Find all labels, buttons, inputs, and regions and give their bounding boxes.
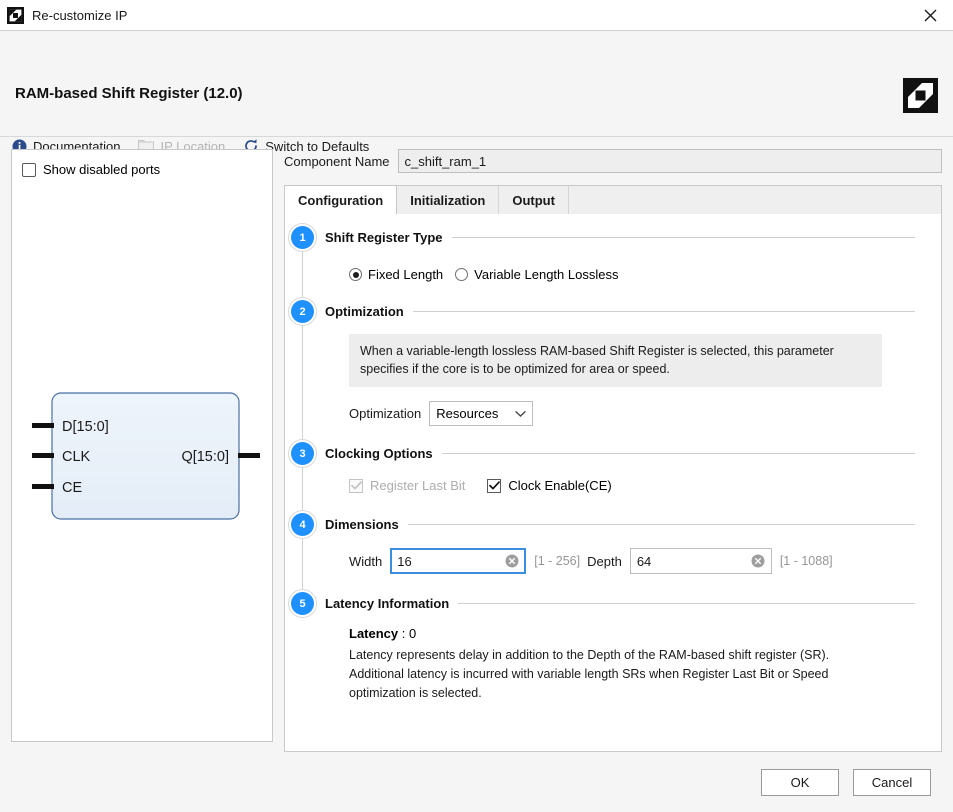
latency-separator: : xyxy=(398,626,409,641)
width-input-wrap xyxy=(390,548,526,574)
dialog-body: Show disabled ports xyxy=(0,137,953,752)
component-name-label: Component Name xyxy=(284,154,390,169)
step-badge-1: 1 xyxy=(291,226,314,249)
radio-mark xyxy=(349,268,362,281)
cancel-button[interactable]: Cancel xyxy=(853,769,931,796)
latency-value: 0 xyxy=(409,626,416,641)
radio-fixed-length[interactable]: Fixed Length xyxy=(349,267,443,282)
section-dimensions: 4 Dimensions Width xyxy=(285,511,941,590)
dialog-header: RAM-based Shift Register (12.0) xyxy=(0,31,953,137)
svg-text:CLK: CLK xyxy=(62,449,91,465)
latency-label: Latency xyxy=(349,626,398,641)
step-badge-4: 4 xyxy=(291,513,314,536)
clear-circle-icon[interactable] xyxy=(505,554,519,568)
section-title-latency-information: Latency Information xyxy=(325,596,449,611)
window-title: Re-customize IP xyxy=(32,8,127,23)
width-label: Width xyxy=(349,554,382,569)
svg-text:Q[15:0]: Q[15:0] xyxy=(181,449,229,465)
section-clocking-options: 3 Clocking Options xyxy=(285,440,941,511)
section-header: Dimensions xyxy=(325,511,941,537)
section-body: When a variable-length lossless RAM-base… xyxy=(325,324,941,440)
section-optimization: 2 Optimization When a variable-length lo… xyxy=(285,298,941,440)
xilinx-logo-icon xyxy=(7,7,24,24)
radio-variable-length-lossless[interactable]: Variable Length Lossless xyxy=(455,267,618,282)
step-badge-5: 5 xyxy=(291,592,314,615)
section-title-shift-register-type: Shift Register Type xyxy=(325,230,443,245)
section-title-dimensions: Dimensions xyxy=(325,517,399,532)
section-rule xyxy=(442,453,915,454)
checkbox-box xyxy=(22,163,36,177)
depth-range-hint: [1 - 1088] xyxy=(780,554,833,568)
xilinx-logo-icon xyxy=(903,78,938,116)
section-rule xyxy=(408,524,915,525)
width-range-hint: [1 - 256] xyxy=(534,554,580,568)
tabs-container: Configuration Initialization Output 1 Sh… xyxy=(284,185,942,752)
optimization-info-text: When a variable-length lossless RAM-base… xyxy=(349,334,882,387)
component-name-input[interactable] xyxy=(398,149,943,173)
checkbox-clock-enable-label: Clock Enable(CE) xyxy=(508,478,611,493)
latency-value-row: Latency : 0 xyxy=(349,626,941,641)
section-title-optimization: Optimization xyxy=(325,304,404,319)
radio-mark xyxy=(455,268,468,281)
optimization-selected-value: Resources xyxy=(436,406,515,421)
optimization-field-row: Optimization Resources xyxy=(349,401,941,426)
clear-circle-icon[interactable] xyxy=(751,554,765,568)
depth-input-wrap xyxy=(630,548,772,574)
re-customize-ip-dialog: Re-customize IP RAM-based Shift Register… xyxy=(0,0,953,812)
show-disabled-ports-checkbox[interactable]: Show disabled ports xyxy=(22,162,160,177)
dimensions-row: Width xyxy=(349,548,941,574)
section-body: Latency : 0 Latency represents delay in … xyxy=(325,616,941,702)
section-header: Clocking Options xyxy=(325,440,941,466)
section-header: Optimization xyxy=(325,298,941,324)
section-title-clocking-options: Clocking Options xyxy=(325,446,433,461)
section-header: Shift Register Type xyxy=(325,224,941,250)
optimization-label: Optimization xyxy=(349,406,421,421)
checkbox-box xyxy=(487,479,501,493)
show-disabled-ports-label: Show disabled ports xyxy=(43,162,160,177)
checkbox-clock-enable[interactable]: Clock Enable(CE) xyxy=(487,478,611,493)
close-icon[interactable] xyxy=(907,0,953,30)
tab-output[interactable]: Output xyxy=(499,186,569,214)
section-shift-register-type: 1 Shift Register Type Fixed Length xyxy=(285,214,941,298)
clocking-options-checkbox-group: Register Last Bit Clock Enable(CE) xyxy=(349,478,941,493)
section-rule xyxy=(452,237,915,238)
checkbox-box xyxy=(349,479,363,493)
step-badge-3: 3 xyxy=(291,442,314,465)
depth-label: Depth xyxy=(587,554,622,569)
section-body: Fixed Length Variable Length Lossless xyxy=(325,250,941,298)
latency-description: Latency represents delay in addition to … xyxy=(349,646,849,702)
shift-register-type-radio-group: Fixed Length Variable Length Lossless xyxy=(349,267,941,282)
switch-to-defaults-label: Switch to Defaults xyxy=(265,139,369,154)
tab-strip: Configuration Initialization Output xyxy=(284,185,942,214)
section-rule xyxy=(413,311,915,312)
radio-variable-length-lossless-label: Variable Length Lossless xyxy=(474,267,618,282)
section-rule xyxy=(458,603,915,604)
section-body: Register Last Bit Clock Enable(CE) xyxy=(325,466,941,511)
configuration-tab-pane: 1 Shift Register Type Fixed Length xyxy=(284,214,942,752)
svg-text:D[15:0]: D[15:0] xyxy=(62,419,109,435)
ok-button[interactable]: OK xyxy=(761,769,839,796)
checkbox-register-last-bit-label: Register Last Bit xyxy=(370,478,465,493)
section-body: Width xyxy=(325,537,941,590)
page-title: RAM-based Shift Register (12.0) xyxy=(15,85,243,102)
optimization-dropdown[interactable]: Resources xyxy=(429,401,533,426)
svg-text:CE: CE xyxy=(62,480,82,496)
ip-symbol-diagram: D[15:0] CLK CE Q[15:0] xyxy=(12,150,272,741)
step-badge-2: 2 xyxy=(291,300,314,323)
title-bar: Re-customize IP xyxy=(0,0,953,31)
checkbox-register-last-bit: Register Last Bit xyxy=(349,478,465,493)
ip-symbol-preview-panel: Show disabled ports xyxy=(11,149,273,742)
section-header: Latency Information xyxy=(325,590,941,616)
tab-filler xyxy=(569,186,941,214)
chevron-down-icon xyxy=(515,406,526,421)
dialog-footer: OK Cancel xyxy=(0,752,953,812)
radio-fixed-length-label: Fixed Length xyxy=(368,267,443,282)
section-latency-information: 5 Latency Information Latency : 0 Latenc… xyxy=(285,590,941,702)
tab-initialization[interactable]: Initialization xyxy=(397,186,499,214)
tab-configuration[interactable]: Configuration xyxy=(285,186,397,214)
configuration-panel: Component Name Configuration Initializat… xyxy=(284,149,942,752)
